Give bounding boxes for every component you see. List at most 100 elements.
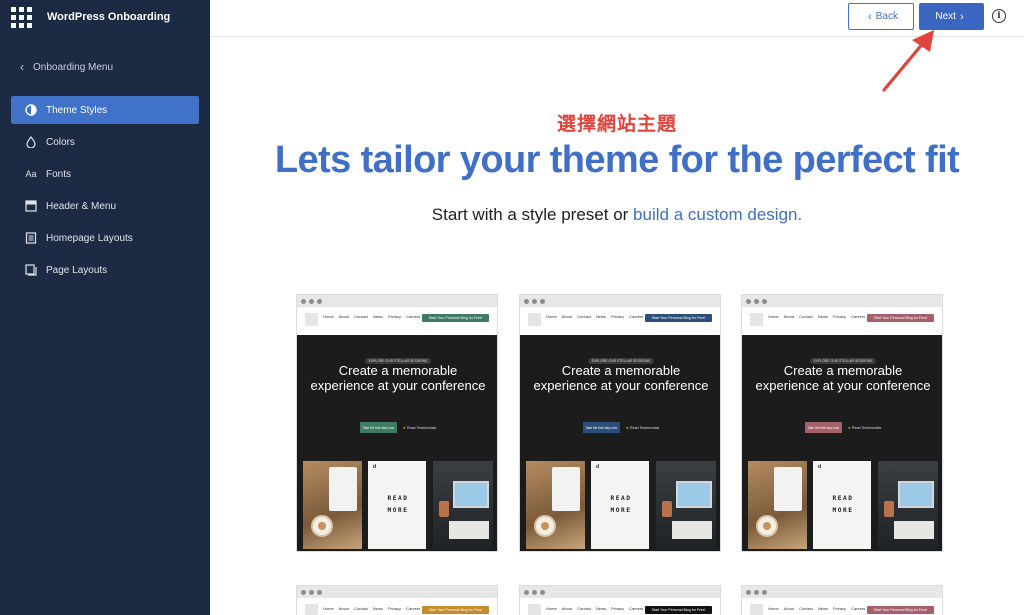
preview-photos: d READ MORE [303,461,493,549]
preview-photos: d READ MORE [526,461,716,549]
preview-photo-laptop [878,461,938,549]
preview-hero-button: Take the first step now [804,422,842,433]
preview-hero: EXPLORE OUR STELLAR SESSIONS Create a me… [742,335,942,551]
preview-nav-link: Home [323,606,334,611]
preview-nav-link: Home [768,606,779,611]
preview-nav-link: News [817,314,828,319]
preview-header: Home About Contact News Privacy Careers Start… [742,307,942,335]
preview-nav-link: News [372,606,383,611]
preview-heading: Create a memorable experience at your co… [755,363,931,393]
preview-nav-link: Privacy [610,606,625,611]
preview-nav-link: Contact [577,606,591,611]
sidebar-item-label: Colors [46,136,75,148]
preview-hero-actions: Take the first step now ★ Read Testimoni… [742,422,942,433]
preview-photo-tiles: d READ MORE [813,461,871,549]
preview-logo [528,604,541,615]
preview-logo [750,313,763,326]
browser-chrome [520,295,720,307]
sidebar-item-label: Header & Menu [46,200,117,212]
preview-logo [750,604,763,615]
pages-icon [24,263,38,277]
brand-bar: WordPress Onboarding [0,0,210,36]
preview-cta-button: Start Your Personal Blog for Free! [645,314,712,322]
browser-chrome [297,295,497,307]
preview-testimonials-link: ★ Read Testimonials [625,425,660,430]
preview-nav-link: Careers [851,314,866,319]
preview-nav: Home About Contact News Privacy Careers [768,312,865,322]
preview-nav: Home About Contact News Privacy Careers [323,606,425,611]
typography-icon: Aa [25,169,37,179]
preview-nav: Home About Contact News Privacy Careers [323,312,420,322]
preview-nav-link: About [783,606,795,611]
preview-nav-link: News [372,314,383,319]
preset-card[interactable]: Home About Contact News Privacy Careers Start… [519,585,721,615]
sidebar-item-homepage-layouts[interactable]: Homepage Layouts [11,224,199,252]
preview-nav-link: News [817,606,828,611]
preset-card[interactable]: Home About Contact News Privacy Careers Start… [296,294,498,552]
preview-nav-link: Careers [629,314,644,319]
preview-hero-actions: Take the first step now ★ Read Testimoni… [297,422,497,433]
sidebar-item-theme-styles[interactable]: Theme Styles [11,96,199,124]
preset-card[interactable]: Home About Contact News Privacy Careers Start… [296,585,498,615]
preview-hero: EXPLORE OUR STELLAR SESSIONS Create a me… [520,335,720,551]
preview-nav-link: Careers [406,314,421,319]
preview-nav-link: Contact [799,606,813,611]
chevron-left-icon: ‹ [20,60,24,74]
back-button[interactable]: ‹ Back [848,3,914,30]
page-subtitle: Start with a style preset or build a cus… [210,205,1024,225]
preview-nav: Home About Contact News Privacy Careers [546,606,648,611]
sidebar-item-label: Page Layouts [46,264,108,276]
preview-nav-link: About [338,606,350,611]
preview-nav-link: Home [546,606,557,611]
preview-header: Home About Contact News Privacy Careers Start… [297,307,497,335]
preview-photo-laptop [433,461,493,549]
preset-card[interactable]: Home About Contact News Privacy Careers Start… [741,294,943,552]
preview-photo-desk [526,461,585,549]
preview-nav-link: Careers [629,606,644,611]
build-custom-design-link[interactable]: build a custom design. [633,205,802,224]
preview-nav-link: Contact [799,314,813,319]
onboarding-menu-back-link[interactable]: ‹ Onboarding Menu [20,60,113,74]
preview-nav-link: About [561,606,573,611]
next-button[interactable]: Next › [919,3,984,30]
preview-nav-link: Home [546,314,557,319]
sidebar-item-label: Homepage Layouts [46,232,133,244]
annotation-arrow-icon [882,30,934,92]
preview-hero: EXPLORE OUR STELLAR SESSIONS Create a me… [297,335,497,551]
preview-cta-button: Start Your Personal Blog for Free! [422,314,489,322]
preview-logo [305,604,318,615]
onboarding-menu-label: Onboarding Menu [33,61,114,73]
preview-cta-button: Start Your Personal Blog for Free! [867,314,934,322]
preview-nav-link: Careers [851,606,866,611]
preview-cta-button: Start Your Personal Blog for Free! [645,606,712,614]
sidebar-item-page-layouts[interactable]: Page Layouts [11,256,199,284]
sidebar-item-header-menu[interactable]: Header & Menu [11,192,199,220]
sidebar-item-colors[interactable]: Colors [11,128,199,156]
droplet-icon [24,135,38,149]
preview-nav-link: Home [323,314,334,319]
browser-chrome [297,586,497,598]
info-icon[interactable]: i [992,9,1006,23]
preview-nav-link: Contact [354,314,368,319]
grid-logo-icon[interactable] [11,7,32,28]
preview-photo-tiles: d READ MORE [591,461,649,549]
preview-hero-actions: Take the first step now ★ Read Testimoni… [520,422,720,433]
next-button-label: Next [935,11,956,22]
preview-nav-link: Careers [406,606,421,611]
sidebar-nav: Theme Styles Colors Aa Fonts Header & Me… [11,96,199,288]
preview-heading: Create a memorable experience at your co… [310,363,486,393]
preview-nav-link: About [561,314,573,319]
preview-nav-link: News [595,314,606,319]
preview-cta-button: Start Your Personal Blog for Free! [867,606,934,614]
sidebar-item-label: Fonts [46,168,72,180]
preview-heading: Create a memorable experience at your co… [533,363,709,393]
sidebar-item-fonts[interactable]: Aa Fonts [11,160,199,188]
preview-logo [305,313,318,326]
layout-header-icon [24,199,38,213]
preset-card[interactable]: Home About Contact News Privacy Careers Start… [741,585,943,615]
preview-cta-button: Start Your Personal Blog for Free! [422,606,489,614]
preview-nav: Home About Contact News Privacy Careers [768,606,870,611]
preset-card[interactable]: Home About Contact News Privacy Careers Start… [519,294,721,552]
chevron-left-icon: ‹ [868,10,872,23]
contrast-icon [24,103,38,117]
